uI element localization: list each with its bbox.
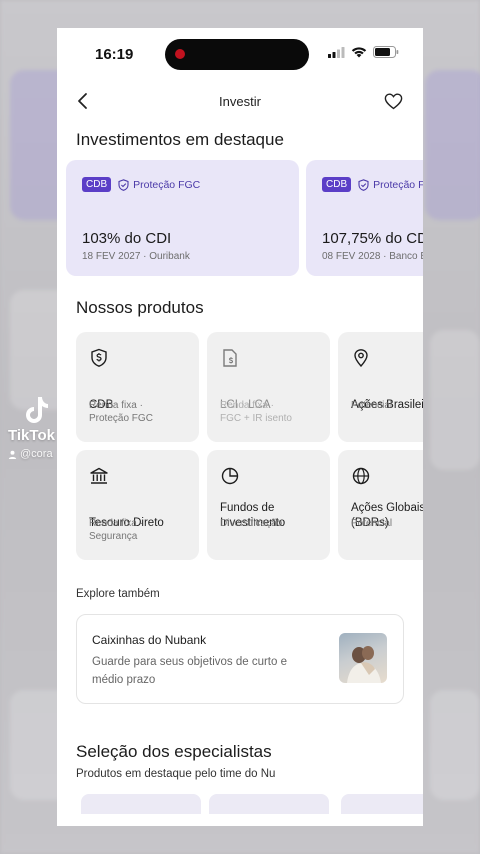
caixinhas-card[interactable]: Caixinhas do Nubank Guarde para seus obj… bbox=[76, 614, 404, 704]
specialists-subtitle: Produtos em destaque pelo time do Nu bbox=[76, 768, 276, 780]
tiktok-user: @cora bbox=[8, 448, 55, 460]
signal-icon bbox=[328, 46, 345, 58]
globe-icon bbox=[352, 467, 370, 485]
user-icon bbox=[8, 450, 17, 459]
status-bar: 16:19 bbox=[57, 28, 423, 80]
product-card-tesouro-direto[interactable]: Tesouro Direto Renda fixa · Segurança bbox=[76, 450, 199, 560]
status-icons bbox=[328, 46, 399, 58]
featured-title: Investimentos em destaque bbox=[76, 130, 284, 149]
shield-check-icon bbox=[358, 178, 369, 191]
featured-card[interactable]: CDB Proteção FGC 107,75% do CDI 08 FEV 2… bbox=[306, 160, 423, 276]
shield-check-icon bbox=[118, 178, 129, 191]
couple-photo-icon bbox=[347, 646, 381, 683]
heart-icon[interactable] bbox=[384, 93, 403, 110]
wifi-icon bbox=[351, 47, 367, 58]
bank-building-icon bbox=[90, 467, 108, 484]
product-desc: Potencial bbox=[351, 518, 393, 529]
card-rate: 107,75% do CDI bbox=[322, 230, 423, 247]
caixinhas-title: Caixinhas do Nubank bbox=[92, 633, 207, 647]
protection-label: Proteção FGC bbox=[373, 178, 423, 191]
card-detail: 08 FEV 2028 · Banco B bbox=[322, 251, 423, 262]
tiktok-username: @cora bbox=[20, 448, 53, 460]
product-badge: CDB bbox=[322, 177, 352, 192]
products-title: Nossos produtos bbox=[76, 298, 204, 317]
specialist-card[interactable] bbox=[81, 794, 201, 814]
product-card-cdb[interactable]: CDB Renda fixa · Proteção FGC bbox=[76, 332, 199, 442]
product-card-fundos[interactable]: Fundos de Investimento Diversificação bbox=[207, 450, 330, 560]
tiktok-brand: TikTok bbox=[8, 427, 55, 444]
pie-chart-icon bbox=[221, 467, 239, 485]
product-card-acoes-globais[interactable]: Ações Globais (BDRs) Potencial bbox=[338, 450, 423, 560]
product-card-acoes-brasileiras[interactable]: Ações Brasileiras Potencial bbox=[338, 332, 423, 442]
card-rate: 103% do CDI bbox=[82, 230, 172, 247]
featured-carousel[interactable]: CDB Proteção FGC 103% do CDI 18 FEV 2027… bbox=[57, 160, 423, 278]
phone-screen: 16:19 Investir Investimentos em destaque… bbox=[57, 28, 423, 826]
status-time: 16:19 bbox=[95, 46, 134, 63]
page-title: Investir bbox=[219, 94, 261, 109]
explore-label: Explore também bbox=[76, 588, 160, 600]
product-desc: Renda fixa · Proteção FGC bbox=[89, 400, 153, 424]
dynamic-island bbox=[165, 39, 309, 70]
product-badge: CDB bbox=[82, 177, 112, 192]
specialist-card[interactable] bbox=[209, 794, 329, 814]
tiktok-watermark: TikTok @cora bbox=[8, 395, 55, 460]
location-pin-icon bbox=[354, 349, 368, 368]
battery-icon bbox=[373, 46, 399, 58]
product-desc: Diversificação bbox=[220, 518, 283, 529]
protection-label: Proteção FGC bbox=[133, 178, 201, 191]
products-row: Tesouro Direto Renda fixa · Segurança Fu… bbox=[57, 450, 423, 560]
shield-dollar-icon bbox=[91, 348, 107, 367]
product-card-lci-lca[interactable]: LCI · LCA Renda fixa · FGC + IR isento bbox=[207, 332, 330, 442]
product-desc: Potencial bbox=[351, 400, 393, 411]
products-row: CDB Renda fixa · Proteção FGC LCI · LCA … bbox=[57, 332, 423, 442]
caixinhas-desc: Guarde para seus objetivos de curto e mé… bbox=[92, 656, 287, 686]
featured-card[interactable]: CDB Proteção FGC 103% do CDI 18 FEV 2027… bbox=[66, 160, 299, 276]
nav-bar: Investir bbox=[57, 80, 423, 124]
recording-dot-icon bbox=[175, 49, 185, 59]
specialists-title: Seleção dos especialistas bbox=[76, 742, 272, 761]
tiktok-logo-icon bbox=[26, 397, 48, 423]
card-detail: 18 FEV 2027 · Ouribank bbox=[82, 251, 190, 262]
product-desc: Renda fixa · FGC + IR isento bbox=[220, 400, 292, 424]
specialists-carousel[interactable] bbox=[57, 794, 423, 814]
caixinhas-thumbnail bbox=[339, 633, 387, 683]
specialist-card[interactable] bbox=[341, 794, 423, 814]
document-dollar-icon bbox=[223, 349, 237, 367]
product-desc: Renda fixa · Segurança bbox=[89, 518, 143, 542]
